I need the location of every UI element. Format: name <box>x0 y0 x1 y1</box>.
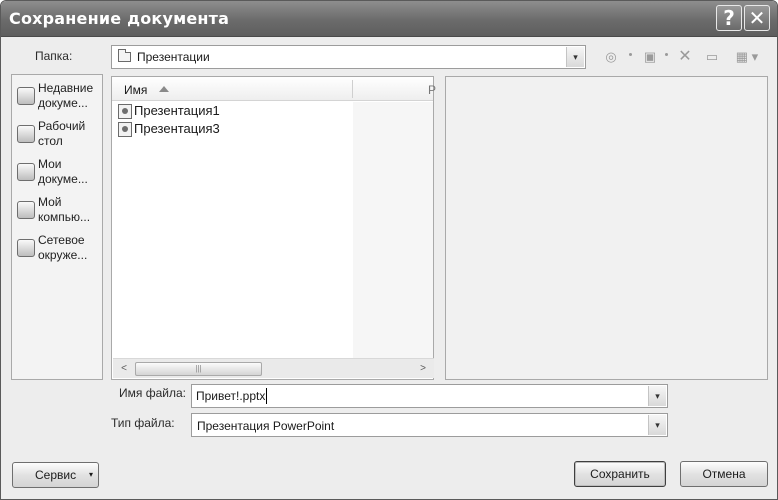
place-label: Мои докуме... <box>38 157 88 186</box>
folder-icon <box>118 49 131 62</box>
tools-button[interactable]: Сервис ▾ <box>12 462 99 488</box>
views-icon[interactable]: ▦ ▾ <box>732 49 762 65</box>
horizontal-scrollbar[interactable]: < ||| > <box>113 358 434 378</box>
place-network[interactable]: Сетевое окруже... <box>12 233 102 269</box>
file-name: Презентация3 <box>134 121 220 136</box>
column-shade <box>353 102 433 358</box>
close-button[interactable]: ✕ <box>744 5 770 31</box>
save-document-dialog: Сохранение документа ? ✕ Папка: Презента… <box>0 0 778 500</box>
title-bar: Сохранение документа ? ✕ <box>1 1 777 37</box>
chevron-down-icon[interactable]: ▾ <box>566 47 584 67</box>
toolbar-separator <box>665 53 668 56</box>
preview-pane <box>445 76 768 380</box>
my-documents-icon <box>17 163 35 181</box>
sort-ascending-icon <box>159 86 169 92</box>
file-type-value: Презентация PowerPoint <box>197 419 335 433</box>
place-label: Мой компью... <box>38 195 91 224</box>
column-header-name[interactable]: Имя <box>124 83 147 97</box>
dialog-title: Сохранение документа <box>9 9 230 28</box>
my-computer-icon <box>17 201 35 219</box>
powerpoint-file-icon <box>118 104 132 119</box>
place-label: Рабочий стол <box>38 119 86 148</box>
column-divider[interactable] <box>352 80 353 98</box>
file-name-field[interactable]: Привет!.pptx ▾ <box>191 384 668 408</box>
save-button[interactable]: Сохранить <box>574 461 666 487</box>
file-type-select[interactable]: Презентация PowerPoint ▾ <box>191 413 668 437</box>
scroll-right-icon[interactable]: > <box>415 361 431 377</box>
scroll-thumb[interactable]: ||| <box>135 362 262 376</box>
tools-button-label: Сервис <box>35 468 77 482</box>
chevron-down-icon[interactable]: ▾ <box>648 415 666 435</box>
network-icon <box>17 239 35 257</box>
places-bar: Недавние докуме... Рабочий стол Мои доку… <box>11 74 103 380</box>
toolbar-separator <box>629 53 632 56</box>
folder-current: Презентации <box>137 50 210 64</box>
column-header-row: Имя Р <box>112 77 436 101</box>
file-name-label: Имя файла: <box>119 386 186 400</box>
text-caret <box>266 388 267 404</box>
file-type-label: Тип файла: <box>111 416 175 430</box>
back-icon[interactable]: ◎ <box>603 49 619 65</box>
desktop-icon <box>17 125 35 143</box>
up-folder-icon[interactable]: ▣ <box>642 49 658 65</box>
powerpoint-file-icon <box>118 122 132 137</box>
place-my-documents[interactable]: Мои докуме... <box>12 157 102 193</box>
chevron-down-icon[interactable]: ▾ <box>648 386 666 406</box>
dropdown-arrow-icon: ▾ <box>88 470 93 479</box>
file-name-value[interactable]: Привет!.pptx <box>196 389 265 403</box>
file-list[interactable]: Имя Р Презентация1 Презентация3 < ||| > <box>111 76 436 380</box>
folder-dropdown[interactable]: Презентации ▾ <box>111 45 586 69</box>
help-button[interactable]: ? <box>716 5 742 31</box>
place-recent[interactable]: Недавние докуме... <box>12 81 102 117</box>
new-folder-icon[interactable]: ▭ <box>704 49 720 65</box>
place-label: Недавние докуме... <box>38 81 94 110</box>
place-desktop[interactable]: Рабочий стол <box>12 119 102 155</box>
place-label: Сетевое окруже... <box>38 233 88 262</box>
scroll-left-icon[interactable]: < <box>116 361 132 377</box>
cancel-button[interactable]: Отмена <box>680 461 768 487</box>
file-name: Презентация1 <box>134 103 220 118</box>
column-header-second[interactable]: Р <box>428 83 436 97</box>
folder-label: Папка: <box>35 49 73 63</box>
delete-icon[interactable]: ✕ <box>677 49 693 65</box>
place-my-computer[interactable]: Мой компью... <box>12 195 102 231</box>
recent-documents-icon <box>17 87 35 105</box>
